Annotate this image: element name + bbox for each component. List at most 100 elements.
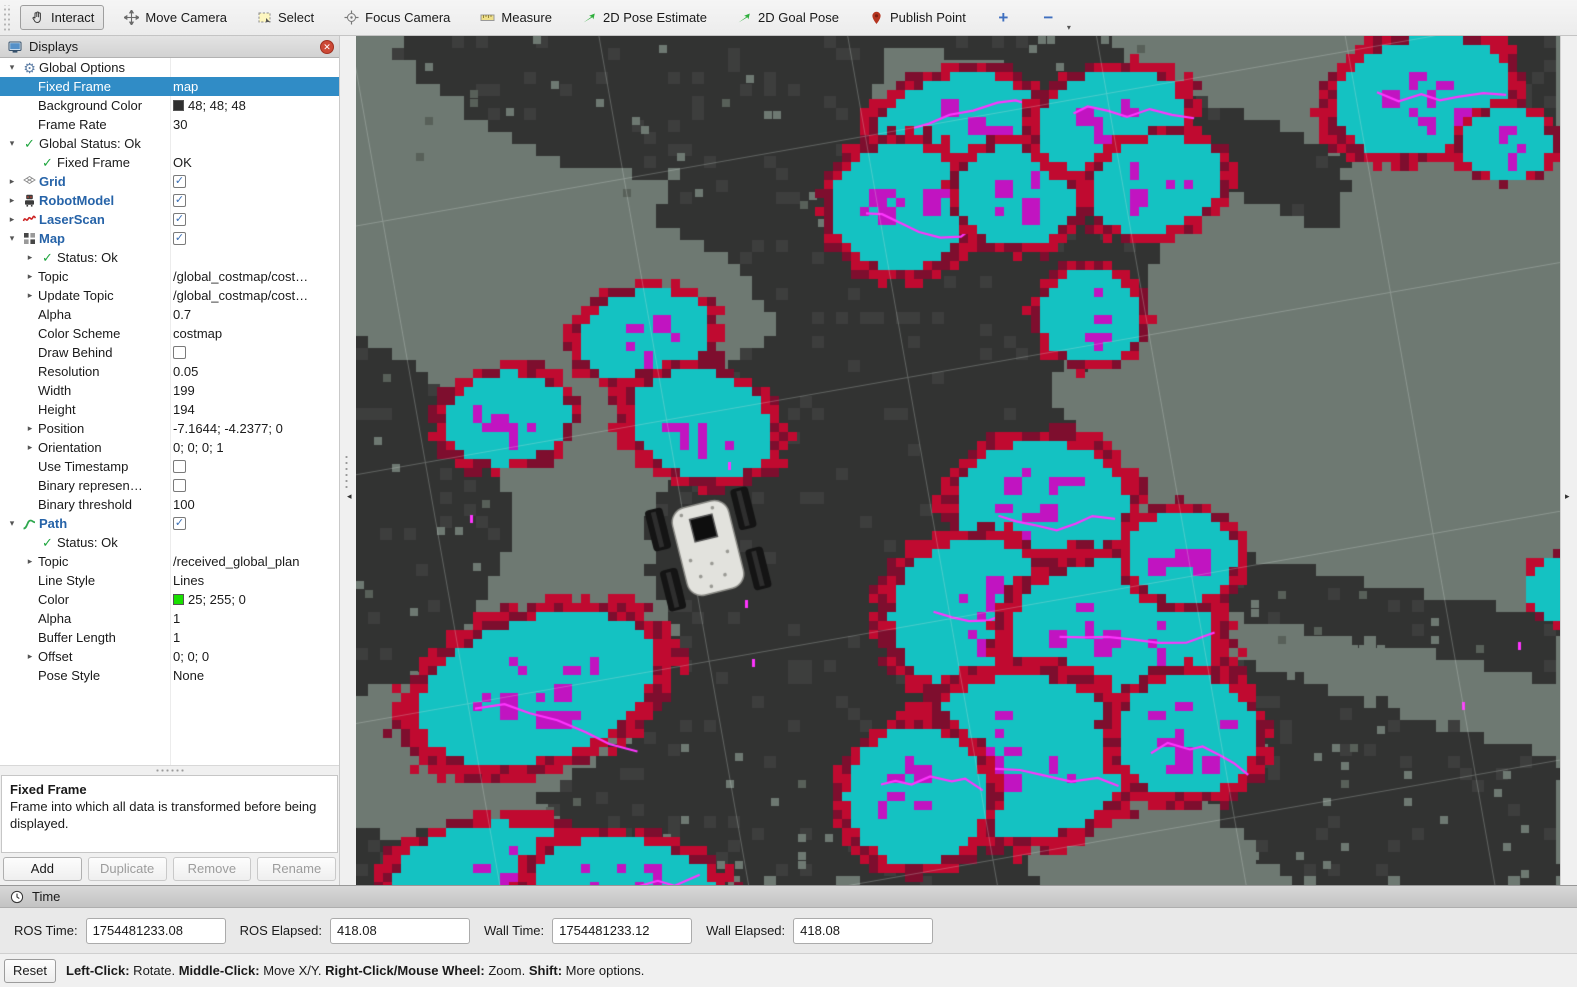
collapse-arrow-icon[interactable]: ▸ <box>22 290 38 301</box>
tree-row-value-cell[interactable]: costmap <box>170 324 339 343</box>
tree-row-value-cell[interactable]: 1 <box>170 628 339 647</box>
right-panel-splitter[interactable]: ▸ <box>1560 36 1577 885</box>
toolbar-button-goal-pose[interactable]: 2D Goal Pose <box>727 5 849 30</box>
tree-row-status-ok[interactable]: ▸✓Status: Ok <box>0 248 339 267</box>
tree-row-value-cell[interactable]: 194 <box>170 400 339 419</box>
tree-row-robotmodel[interactable]: ▸RobotModel✓ <box>0 191 339 210</box>
tree-row-orientation[interactable]: ▸Orientation0; 0; 0; 1 <box>0 438 339 457</box>
tree-row-value-cell[interactable]: None <box>170 666 339 685</box>
toolbar-button-add-tool[interactable]: + <box>986 5 1021 30</box>
tree-row-value-cell[interactable] <box>170 457 339 476</box>
tree-row-value-cell[interactable]: ✓ <box>170 191 339 210</box>
add-button[interactable]: Add <box>3 857 82 881</box>
collapse-arrow-icon[interactable]: ▸ <box>22 556 38 567</box>
tree-row-value-cell[interactable]: Lines <box>170 571 339 590</box>
tree-row-value-cell[interactable]: 48; 48; 48 <box>170 96 339 115</box>
tree-row-value-cell[interactable]: 100 <box>170 495 339 514</box>
tree-row-laserscan[interactable]: ▸LaserScan✓ <box>0 210 339 229</box>
tree-row-draw-behind[interactable]: Draw Behind <box>0 343 339 362</box>
tree-row-value-cell[interactable]: ✓ <box>170 210 339 229</box>
checkbox-unchecked[interactable] <box>173 479 186 492</box>
panel-splitter[interactable]: ◂ <box>340 36 356 885</box>
collapse-arrow-icon[interactable]: ▸ <box>22 442 38 453</box>
tree-row-offset[interactable]: ▸Offset0; 0; 0 <box>0 647 339 666</box>
tree-row-frame-rate[interactable]: Frame Rate30 <box>0 115 339 134</box>
toolbar-button-publish-point[interactable]: Publish Point <box>859 5 976 30</box>
tree-row-background-color[interactable]: Background Color48; 48; 48 <box>0 96 339 115</box>
tree-row-value-cell[interactable] <box>170 476 339 495</box>
toolbar-button-remove-tool[interactable]: −▾ <box>1031 5 1066 30</box>
checkbox-unchecked[interactable] <box>173 460 186 473</box>
time-field-input-3[interactable] <box>793 918 933 944</box>
tree-row-width[interactable]: Width199 <box>0 381 339 400</box>
toolbar-button-focus-camera[interactable]: Focus Camera <box>334 5 460 30</box>
tree-row-value-cell[interactable]: 0.05 <box>170 362 339 381</box>
tree-row-value-cell[interactable]: /global_costmap/cost… <box>170 267 339 286</box>
dropdown-caret-icon[interactable]: ▾ <box>1067 23 1071 32</box>
time-field-input-2[interactable] <box>552 918 692 944</box>
tree-row-use-timestamp[interactable]: Use Timestamp <box>0 457 339 476</box>
help-splitter[interactable] <box>0 765 339 775</box>
toolbar-button-interact[interactable]: Interact <box>20 5 104 30</box>
tree-row-topic[interactable]: ▸Topic/received_global_plan <box>0 552 339 571</box>
tree-row-resolution[interactable]: Resolution0.05 <box>0 362 339 381</box>
checkbox-unchecked[interactable] <box>173 346 186 359</box>
checkbox-checked[interactable]: ✓ <box>173 175 186 188</box>
tree-row-line-style[interactable]: Line StyleLines <box>0 571 339 590</box>
close-panel-button[interactable]: ✕ <box>320 40 334 54</box>
map-3d-view[interactable] <box>356 36 1560 885</box>
tree-row-value-cell[interactable]: 0.7 <box>170 305 339 324</box>
tree-row-binary-threshold[interactable]: Binary threshold100 <box>0 495 339 514</box>
checkbox-checked[interactable]: ✓ <box>173 213 186 226</box>
tree-row-value-cell[interactable]: map <box>170 77 339 96</box>
tree-row-global-options[interactable]: ▾⚙Global Options <box>0 58 339 77</box>
expand-arrow-icon[interactable]: ▾ <box>4 138 20 149</box>
toolbar-drag-handle[interactable] <box>2 5 11 31</box>
tree-row-topic[interactable]: ▸Topic/global_costmap/cost… <box>0 267 339 286</box>
toolbar-button-measure[interactable]: Measure <box>470 5 562 30</box>
tree-row-value-cell[interactable] <box>170 343 339 362</box>
collapse-arrow-icon[interactable]: ▸ <box>22 423 38 434</box>
tree-row-position[interactable]: ▸Position-7.1644; -4.2377; 0 <box>0 419 339 438</box>
tree-row-value-cell[interactable]: ✓ <box>170 229 339 248</box>
collapse-arrow-icon[interactable]: ▸ <box>22 651 38 662</box>
tree-row-binary-represen[interactable]: Binary represen… <box>0 476 339 495</box>
checkbox-checked[interactable]: ✓ <box>173 517 186 530</box>
tree-row-height[interactable]: Height194 <box>0 400 339 419</box>
tree-row-grid[interactable]: ▸Grid✓ <box>0 172 339 191</box>
expand-arrow-icon[interactable]: ▾ <box>4 233 20 244</box>
collapse-left-icon[interactable]: ◂ <box>347 491 352 502</box>
tree-row-color-scheme[interactable]: Color Schemecostmap <box>0 324 339 343</box>
displays-panel-header[interactable]: Displays ✕ <box>0 36 339 58</box>
collapse-arrow-icon[interactable]: ▸ <box>22 271 38 282</box>
tree-row-value-cell[interactable]: -7.1644; -4.2377; 0 <box>170 419 339 438</box>
tree-row-value-cell[interactable]: 30 <box>170 115 339 134</box>
time-field-input-1[interactable] <box>330 918 470 944</box>
tree-row-alpha[interactable]: Alpha1 <box>0 609 339 628</box>
tree-row-color[interactable]: Color25; 255; 0 <box>0 590 339 609</box>
expand-arrow-icon[interactable]: ▾ <box>4 62 20 73</box>
tree-row-buffer-length[interactable]: Buffer Length1 <box>0 628 339 647</box>
tree-row-status-ok[interactable]: ✓Status: Ok <box>0 533 339 552</box>
tree-row-update-topic[interactable]: ▸Update Topic/global_costmap/cost… <box>0 286 339 305</box>
tree-row-value-cell[interactable]: ✓ <box>170 514 339 533</box>
tree-row-pose-style[interactable]: Pose StyleNone <box>0 666 339 685</box>
toolbar-button-select[interactable]: Select <box>247 5 324 30</box>
collapse-arrow-icon[interactable]: ▸ <box>4 214 20 225</box>
checkbox-checked[interactable]: ✓ <box>173 194 186 207</box>
collapse-right-icon[interactable]: ▸ <box>1565 491 1570 502</box>
tree-row-value-cell[interactable]: 25; 255; 0 <box>170 590 339 609</box>
checkbox-checked[interactable]: ✓ <box>173 232 186 245</box>
collapse-arrow-icon[interactable]: ▸ <box>22 252 38 263</box>
expand-arrow-icon[interactable]: ▾ <box>4 518 20 529</box>
toolbar-button-pose-estimate[interactable]: 2D Pose Estimate <box>572 5 717 30</box>
time-field-input-0[interactable] <box>86 918 226 944</box>
tree-row-value-cell[interactable]: 1 <box>170 609 339 628</box>
tree-row-path[interactable]: ▾Path✓ <box>0 514 339 533</box>
tree-row-value-cell[interactable]: /received_global_plan <box>170 552 339 571</box>
collapse-arrow-icon[interactable]: ▸ <box>4 195 20 206</box>
tree-row-global-status-ok[interactable]: ▾✓Global Status: Ok <box>0 134 339 153</box>
tree-row-value-cell[interactable]: 0; 0; 0 <box>170 647 339 666</box>
tree-row-alpha[interactable]: Alpha0.7 <box>0 305 339 324</box>
tree-row-value-cell[interactable]: ✓ <box>170 172 339 191</box>
